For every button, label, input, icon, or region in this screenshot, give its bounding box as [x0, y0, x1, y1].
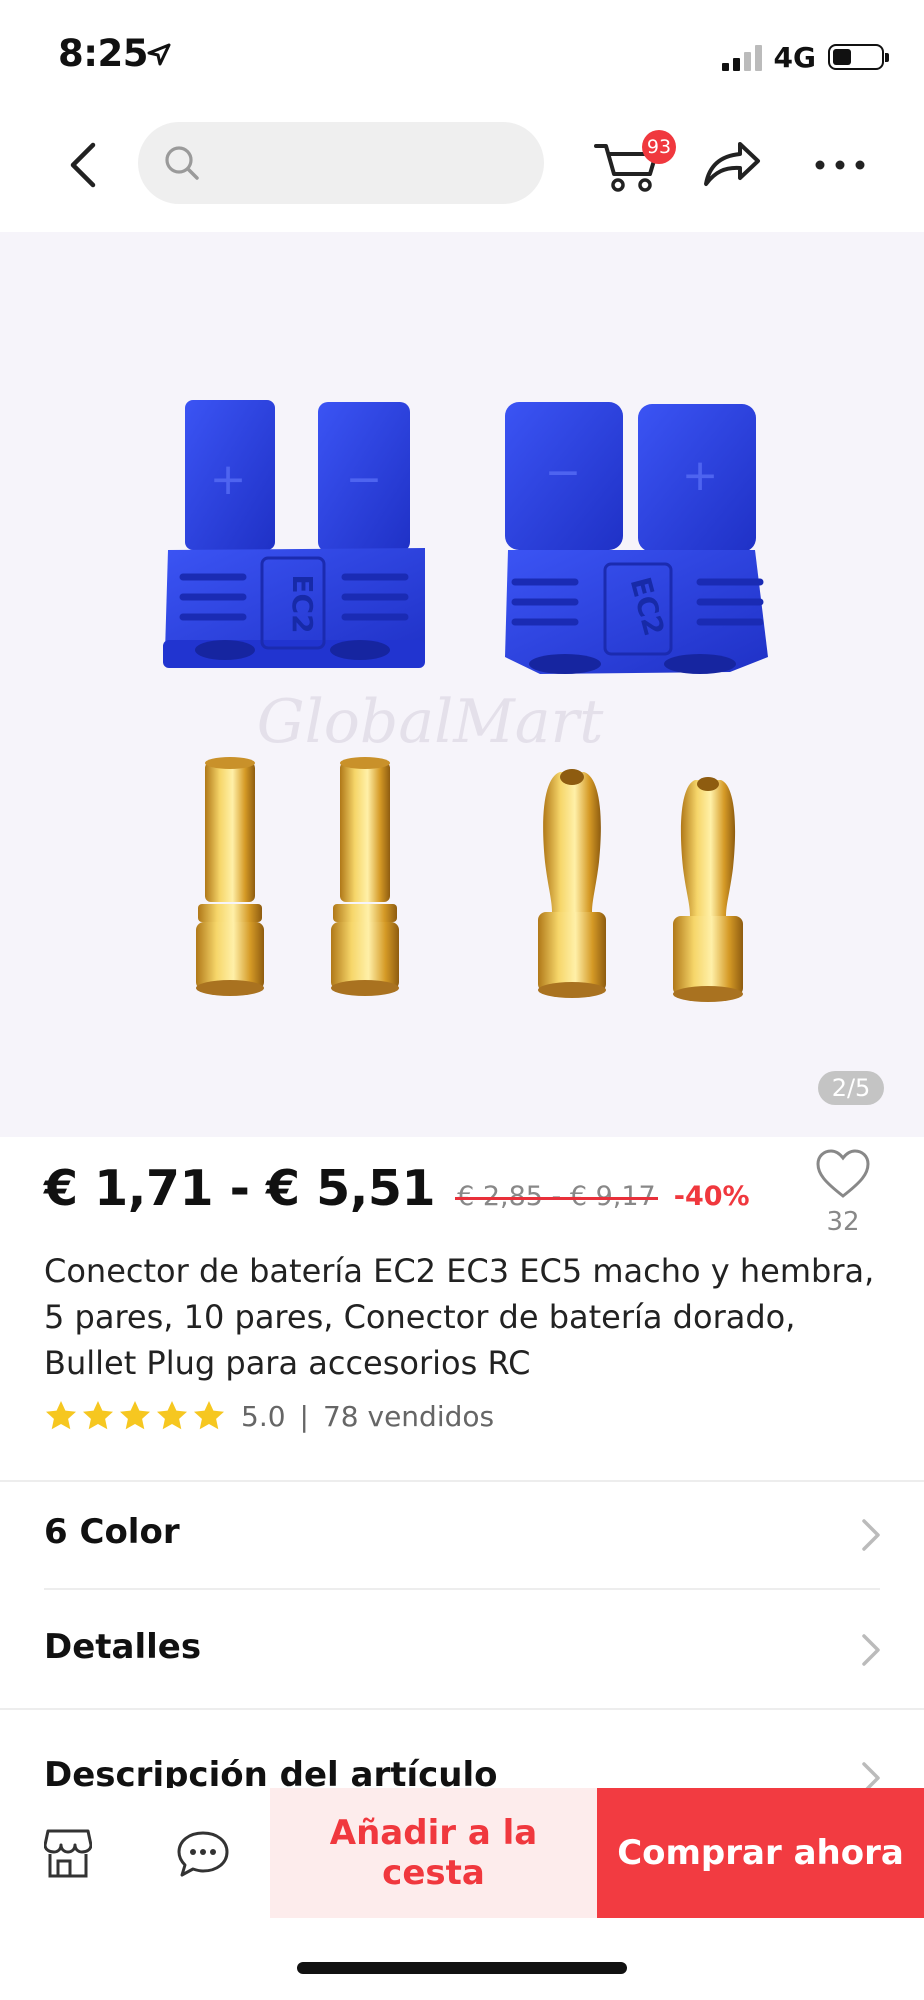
- svg-text:−: −: [545, 447, 582, 498]
- rating-row[interactable]: 5.0 | 78 vendidos: [44, 1399, 494, 1433]
- star-icon: [157, 1401, 187, 1430]
- product-title: Conector de batería EC2 EC3 EC5 macho y …: [44, 1252, 875, 1382]
- svg-text:+: +: [682, 450, 719, 501]
- option-label-color: 6 Color: [44, 1512, 180, 1552]
- svg-text:EC2: EC2: [286, 574, 319, 633]
- current-price: € 1,71 - € 5,51: [44, 1160, 436, 1217]
- buy-now-button[interactable]: Comprar ahora: [597, 1788, 924, 1918]
- add-to-cart-button[interactable]: Añadir a la cesta: [270, 1788, 597, 1918]
- heart-icon[interactable]: [815, 1148, 871, 1200]
- option-label-details: Detalles: [44, 1627, 202, 1667]
- back-icon[interactable]: [55, 135, 115, 195]
- product-image[interactable]: EC2 + − EC2 − + GlobalMart: [0, 232, 924, 1137]
- chevron-right-icon: [862, 1519, 880, 1551]
- cart-count-badge: 93: [642, 130, 676, 164]
- location-arrow-icon: [147, 43, 171, 66]
- option-row-details[interactable]: Detalles: [0, 1590, 924, 1708]
- signal-icon: [721, 43, 762, 71]
- store-icon[interactable]: [44, 1827, 92, 1879]
- svg-text:+: +: [210, 454, 247, 505]
- chevron-right-icon: [862, 1634, 880, 1666]
- home-indicator[interactable]: [297, 1962, 627, 1974]
- network-type: 4G: [773, 40, 816, 74]
- star-icon: [194, 1401, 224, 1430]
- star-icon: [46, 1401, 76, 1430]
- battery-icon: [828, 44, 889, 70]
- svg-text:−: −: [346, 454, 383, 505]
- original-price: € 2,85 - € 9,17: [455, 1181, 658, 1212]
- chat-icon[interactable]: [176, 1830, 230, 1878]
- gallery-page-indicator: 2/5: [818, 1071, 884, 1105]
- star-icon: [83, 1401, 113, 1430]
- status-time: 8:25: [58, 32, 149, 75]
- wishlist-count: 32: [826, 1207, 860, 1237]
- status-indicators: 4G: [721, 38, 889, 76]
- svg-text:GlobalMart: GlobalMart: [257, 687, 605, 757]
- option-row-description[interactable]: Descripción del artículo: [0, 1710, 924, 1788]
- option-row-color[interactable]: 6 Color: [0, 1482, 924, 1588]
- chevron-right-icon: [862, 1762, 880, 1788]
- rating-value: 5.0: [241, 1399, 286, 1433]
- price-row: € 1,71 - € 5,51 € 2,85 - € 9,17 -40%: [44, 1160, 750, 1217]
- share-icon[interactable]: [700, 134, 764, 194]
- more-options-icon[interactable]: [810, 140, 870, 190]
- sold-count: 78 vendidos: [322, 1399, 495, 1433]
- option-label-description: Descripción del artículo: [44, 1755, 498, 1788]
- search-icon: [165, 146, 199, 180]
- discount-badge: -40%: [673, 1181, 750, 1212]
- rating-separator: |: [299, 1399, 309, 1433]
- star-icon: [120, 1401, 150, 1430]
